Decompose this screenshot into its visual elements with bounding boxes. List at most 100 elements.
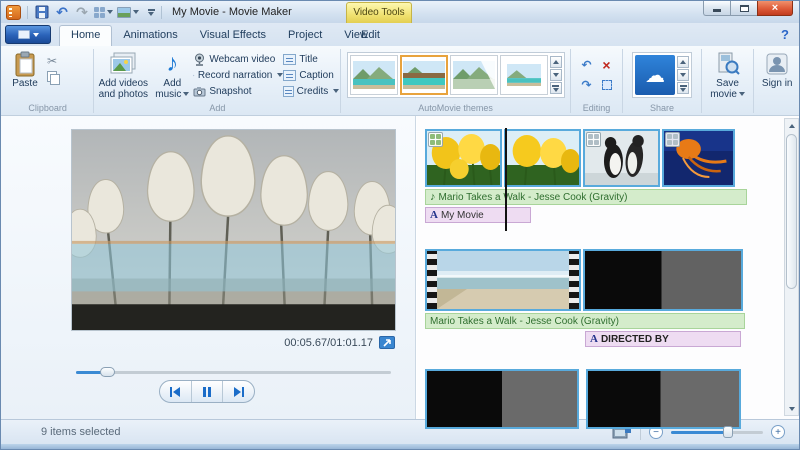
clip-beach-filmstrip[interactable] — [425, 249, 581, 311]
contextual-tab-video-tools[interactable]: Video Tools — [346, 2, 412, 23]
close-button[interactable]: × — [757, 1, 793, 16]
theme-pan-zoom[interactable] — [499, 55, 548, 95]
seek-track[interactable] — [76, 371, 391, 374]
playhead[interactable] — [505, 128, 507, 231]
credits-button[interactable]: Credits — [283, 84, 340, 98]
music-track-text: Mario Takes a Walk - Jesse Cook (Gravity… — [430, 315, 619, 327]
theme-default[interactable] — [349, 55, 398, 95]
transition-icon[interactable] — [586, 132, 601, 147]
triangle-down-icon — [552, 73, 559, 77]
save-movie-button[interactable]: Save movie — [705, 50, 751, 100]
title-button[interactable]: Title — [283, 52, 339, 66]
share-scroll-up-button[interactable] — [677, 56, 690, 68]
previous-frame-button[interactable] — [160, 381, 191, 402]
snapshot-button[interactable]: Snapshot — [193, 84, 283, 98]
zoom-in-button[interactable]: + — [771, 425, 785, 439]
next-frame-button[interactable] — [222, 381, 254, 402]
transition-icon[interactable] — [665, 132, 680, 147]
seek-thumb[interactable] — [100, 367, 115, 377]
file-icon — [17, 30, 30, 39]
onedrive-share-button[interactable]: ☁ — [635, 55, 676, 95]
clip-jellyfish[interactable] — [662, 129, 735, 187]
tab-visual-effects[interactable]: Visual Effects — [189, 26, 277, 46]
webcam-video-button[interactable]: Webcam video — [193, 52, 283, 66]
clip-tulips-1[interactable] — [425, 129, 502, 187]
scroll-down-button[interactable] — [785, 402, 798, 415]
clip-black-fade-2[interactable] — [425, 369, 579, 429]
preview-monitor[interactable] — [71, 129, 396, 331]
undo-button[interactable]: ↶ — [54, 4, 70, 20]
themes-scroll-down-button[interactable] — [549, 69, 562, 81]
preview-size-button[interactable] — [117, 4, 139, 20]
zoom-slider[interactable] — [671, 426, 763, 438]
scroll-up-button[interactable] — [785, 119, 798, 132]
theme-sepia[interactable] — [449, 55, 498, 95]
music-track-1[interactable]: ♪ Mario Takes a Walk - Jesse Cook (Gravi… — [425, 189, 747, 205]
fullscreen-button[interactable] — [379, 336, 395, 349]
scrollbar-track[interactable] — [785, 132, 798, 402]
group-label-themes: AutoMovie themes — [418, 103, 493, 113]
clip-tulips-2[interactable] — [504, 129, 581, 187]
copy-button[interactable] — [47, 70, 60, 85]
file-menu-button[interactable] — [5, 25, 51, 44]
transition-icon[interactable] — [428, 132, 443, 147]
help-icon[interactable]: ? — [781, 27, 789, 42]
maximize-button[interactable] — [730, 1, 757, 16]
caption-button[interactable]: Caption — [283, 68, 339, 82]
share-more-button[interactable] — [677, 82, 690, 94]
timecode: 00:05.67/01:01.17 — [284, 336, 373, 349]
save-button[interactable] — [34, 4, 50, 20]
rotate-left-button[interactable]: ↶ — [578, 56, 596, 74]
themes-scroll-up-button[interactable] — [549, 56, 562, 68]
cloud-icon: ☁ — [645, 64, 666, 87]
triangle-up-icon — [788, 123, 795, 128]
cut-button[interactable]: ✂ — [47, 54, 58, 68]
zoom-thumb[interactable] — [723, 426, 733, 438]
fade-thumbnail — [427, 371, 577, 427]
tab-animations[interactable]: Animations — [112, 26, 188, 46]
seek-slider[interactable] — [76, 366, 391, 378]
tab-project[interactable]: Project — [277, 26, 333, 46]
rotate-right-button[interactable]: ↷ — [578, 76, 596, 94]
app-menu-button[interactable] — [5, 4, 21, 20]
chevron-down-icon — [148, 11, 154, 16]
playback-controls — [159, 380, 255, 403]
tab-edit[interactable]: Edit — [350, 26, 391, 46]
pause-button[interactable] — [190, 381, 223, 402]
title-track-text: My Movie — [440, 209, 484, 221]
paste-button[interactable]: Paste — [3, 50, 47, 89]
record-narration-button[interactable]: Record narration — [193, 68, 284, 82]
group-label-empty — [755, 102, 799, 115]
clip-penguins[interactable] — [583, 129, 660, 187]
caption-track[interactable]: A DIRECTED BY — [585, 331, 741, 347]
fullscreen-icon — [383, 338, 391, 347]
title-track[interactable]: A My Movie — [425, 207, 531, 223]
clip-black-fade-1[interactable] — [583, 249, 743, 311]
add-music-button[interactable]: ♪ Add music — [151, 50, 193, 100]
minimize-button[interactable] — [703, 1, 730, 16]
share-scroll-down-button[interactable] — [677, 69, 690, 81]
storyboard-pane: ♪ Mario Takes a Walk - Jesse Cook (Gravi… — [417, 116, 799, 429]
timeline-scrollbar[interactable] — [784, 118, 799, 416]
themes-more-button[interactable] — [549, 82, 562, 94]
clip-black-fade-3[interactable] — [586, 369, 741, 429]
scrollbar-thumb[interactable] — [786, 134, 797, 289]
fade-thumbnail — [585, 251, 741, 309]
layout-gallery-button[interactable] — [94, 4, 113, 20]
redo-button[interactable]: ↷ — [74, 4, 90, 20]
title-icon — [283, 53, 297, 65]
tab-home[interactable]: Home — [59, 25, 113, 46]
selection-box-icon — [601, 80, 612, 90]
triangle-down-icon — [680, 87, 687, 92]
plus-icon: + — [775, 426, 781, 438]
customize-qat-button[interactable] — [143, 4, 159, 20]
sign-in-button[interactable]: Sign in — [757, 50, 797, 89]
window-bottom-edge — [1, 444, 799, 449]
filmstrip-sprockets — [427, 251, 437, 309]
remove-button[interactable]: × — [598, 56, 616, 74]
music-track-2[interactable]: Mario Takes a Walk - Jesse Cook (Gravity… — [425, 313, 745, 329]
microphone-icon — [193, 74, 195, 76]
select-all-button[interactable] — [598, 76, 616, 94]
add-videos-button[interactable]: Add videos and photos — [95, 50, 151, 100]
theme-selected[interactable] — [399, 55, 448, 95]
